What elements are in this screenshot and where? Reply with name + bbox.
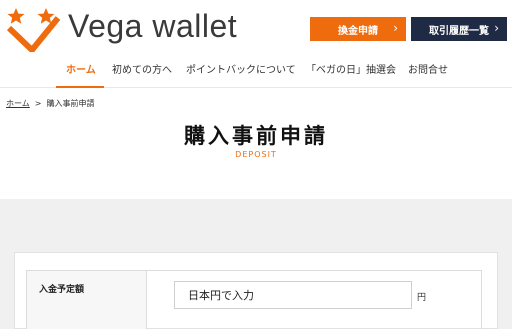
nav-item-vega-day[interactable]: 「ベガの日」抽選会 bbox=[306, 61, 396, 76]
nav-item-home[interactable]: ホーム bbox=[66, 61, 96, 76]
nav-item-contact[interactable]: お問合せ bbox=[408, 61, 448, 76]
nav-active-indicator bbox=[56, 86, 104, 88]
breadcrumb: ホーム > 購入事前申請 bbox=[6, 98, 94, 109]
amount-label-cell: 入金予定額 bbox=[27, 271, 147, 329]
breadcrumb-home-link[interactable]: ホーム bbox=[6, 99, 30, 108]
exchange-request-button[interactable]: 換金申請 › bbox=[310, 17, 406, 41]
page-subtitle: DEPOSIT bbox=[235, 150, 277, 159]
amount-input[interactable]: 日本円で入力 bbox=[174, 281, 412, 309]
chevron-right-icon: › bbox=[494, 21, 499, 35]
site-header: Vega wallet 換金申請 › 取引履歴一覧 › ホーム 初めての方へ ポ… bbox=[0, 0, 512, 88]
transaction-history-label: 取引履歴一覧 bbox=[429, 25, 489, 37]
transaction-history-button[interactable]: 取引履歴一覧 › bbox=[411, 17, 507, 41]
nav-item-pointback[interactable]: ポイントバックについて bbox=[186, 61, 296, 76]
amount-label: 入金予定額 bbox=[39, 285, 85, 295]
chevron-right-icon: › bbox=[393, 21, 398, 35]
vega-stars-logo-icon[interactable] bbox=[6, 6, 62, 52]
deposit-form-table: 入金予定額 日本円で入力 円 bbox=[26, 270, 482, 329]
exchange-request-label: 換金申請 bbox=[338, 25, 378, 37]
breadcrumb-separator: > bbox=[34, 99, 42, 108]
amount-unit: 円 bbox=[417, 293, 427, 303]
page-title: 購入事前申請 bbox=[184, 124, 328, 148]
breadcrumb-current: 購入事前申請 bbox=[46, 99, 95, 108]
main-nav: ホーム 初めての方へ ポイントバックについて 「ベガの日」抽選会 お問合せ bbox=[0, 56, 512, 88]
nav-item-first-time[interactable]: 初めての方へ bbox=[112, 61, 172, 76]
brand-name[interactable]: Vega wallet bbox=[68, 8, 237, 44]
